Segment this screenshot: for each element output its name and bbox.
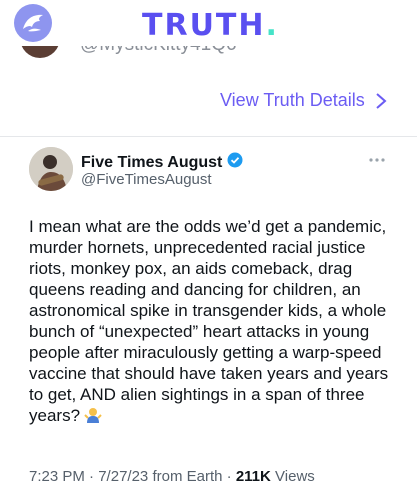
more-options-icon[interactable] [368,150,386,166]
author-name[interactable]: Five Times August [81,154,222,172]
author-name-row: Five Times August [81,152,243,173]
divider [0,136,417,137]
brand-wordmark: TRUTH. [142,8,279,43]
chevron-right-icon [375,92,387,110]
brand-dot: . [265,8,279,43]
person-shrugging-emoji-icon [84,406,102,429]
verified-badge-icon [227,152,243,173]
brand-text: TRUTH [142,8,266,43]
eagle-logo-icon[interactable] [14,4,52,42]
view-truth-details-label: View Truth Details [220,90,365,110]
post-source: from Earth [152,468,223,485]
post-text: I mean what are the odds we’d get a pand… [29,216,401,429]
app-header: TRUTH. [0,0,417,46]
post-date: 7/27/23 [98,468,149,485]
meta-separator: · [89,468,95,485]
meta-separator: · [226,468,232,485]
author-handle[interactable]: @FiveTimesAugust [81,171,212,188]
author-avatar[interactable] [29,147,73,191]
view-truth-details-link[interactable]: View Truth Details [220,90,387,111]
post-time: 7:23 PM [29,468,85,485]
post-meta: 7:23 PM · 7/27/23 from Earth · 211K View… [29,468,315,485]
post-text-content: I mean what are the odds we’d get a pand… [29,217,389,425]
views-label: Views [275,468,315,485]
views-count: 211K [235,468,271,485]
